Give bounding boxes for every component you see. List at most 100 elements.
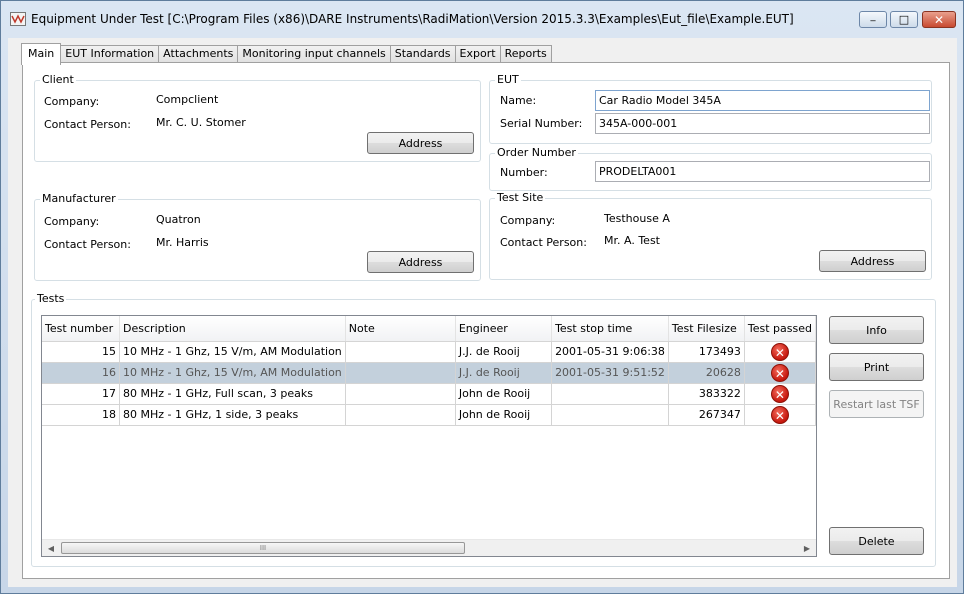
client-company-value: Compclient: [156, 93, 219, 106]
cell-test-number: 18: [42, 404, 121, 426]
eut-window: Equipment Under Test [C:\Program Files (…: [0, 0, 964, 594]
client-group-title: Client: [40, 73, 76, 86]
cell-test-stop-time: [551, 404, 669, 426]
manufacturer-contact-value: Mr. Harris: [156, 236, 209, 249]
title-bar[interactable]: Equipment Under Test [C:\Program Files (…: [1, 1, 963, 37]
eut-serial-field[interactable]: 345A-000-001: [595, 113, 930, 134]
restart-last-tsf-button[interactable]: Restart last TSF: [829, 390, 924, 418]
cell-test-passed: ✕: [744, 341, 816, 363]
delete-button[interactable]: Delete: [829, 527, 924, 555]
table-row[interactable]: 18 80 MHz - 1 GHz, 1 side, 3 peaks John …: [42, 404, 816, 426]
tests-group-title: Tests: [35, 292, 67, 305]
order-number-field[interactable]: PRODELTA001: [595, 161, 930, 182]
cell-note: [345, 362, 456, 384]
cell-engineer: J.J. de Rooij: [455, 341, 553, 363]
tab-attachments[interactable]: Attachments: [158, 45, 239, 63]
tab-monitoring-input-channels[interactable]: Monitoring input channels: [237, 45, 391, 63]
main-tab-panel: Client Company: Compclient Contact Perso…: [22, 62, 950, 579]
info-button[interactable]: Info: [829, 316, 924, 344]
column-header-engineer[interactable]: Engineer: [455, 316, 553, 342]
tab-main[interactable]: Main: [21, 43, 62, 65]
client-group: Client Company: Compclient Contact Perso…: [34, 73, 481, 162]
client-company-label: Company:: [44, 95, 100, 108]
cell-test-stop-time: 2001-05-31 9:51:52: [551, 362, 669, 384]
scroll-right-icon[interactable]: ▶: [799, 542, 815, 555]
cell-description: 10 MHz - 1 Ghz, 15 V/m, AM Modulation: [119, 362, 346, 384]
close-button[interactable]: ✕: [922, 11, 956, 28]
test-site-company-label: Company:: [500, 214, 556, 227]
cell-test-stop-time: [551, 383, 669, 405]
failed-icon: ✕: [770, 405, 789, 424]
tests-group: Tests Test number Description Note Engin…: [31, 292, 936, 567]
manufacturer-company-label: Company:: [44, 215, 100, 228]
failed-icon: ✕: [770, 363, 789, 382]
manufacturer-address-button[interactable]: Address: [367, 251, 474, 273]
column-header-test-stop-time[interactable]: Test stop time: [551, 316, 669, 342]
tab-export[interactable]: Export: [454, 45, 501, 63]
minimize-button[interactable]: _: [859, 11, 887, 28]
manufacturer-group-title: Manufacturer: [40, 192, 118, 205]
cell-test-number: 17: [42, 383, 121, 405]
app-icon: [10, 12, 26, 26]
cell-engineer: John de Rooij: [455, 383, 553, 405]
cell-note: [345, 341, 456, 363]
window-title: Equipment Under Test [C:\Program Files (…: [31, 12, 794, 26]
tab-eut-information[interactable]: EUT Information: [60, 45, 160, 63]
column-header-test-number[interactable]: Test number: [42, 316, 121, 342]
test-site-contact-value: Mr. A. Test: [604, 234, 660, 247]
cell-note: [345, 383, 456, 405]
test-site-address-button[interactable]: Address: [819, 250, 926, 272]
client-contact-value: Mr. C. U. Stomer: [156, 116, 246, 129]
scroll-left-icon[interactable]: ◀: [43, 542, 59, 555]
column-header-test-passed[interactable]: Test passed: [744, 316, 816, 342]
scroll-thumb[interactable]: III: [61, 542, 465, 554]
tests-table[interactable]: Test number Description Note Engineer Te…: [41, 315, 817, 557]
cell-test-filesize: 173493: [668, 341, 745, 363]
cell-engineer: John de Rooij: [455, 404, 553, 426]
manufacturer-company-value: Quatron: [156, 213, 201, 226]
cell-test-passed: ✕: [744, 383, 816, 405]
horizontal-scrollbar[interactable]: ◀ III ▶: [42, 539, 816, 556]
cell-engineer: J.J. de Rooij: [455, 362, 553, 384]
tab-standards[interactable]: Standards: [389, 45, 456, 63]
table-row[interactable]: 17 80 MHz - 1 GHz, Full scan, 3 peaks Jo…: [42, 383, 816, 405]
cell-test-stop-time: 2001-05-31 9:06:38: [551, 341, 669, 363]
test-site-contact-label: Contact Person:: [500, 236, 587, 249]
order-group: Order Number Number: PRODELTA001: [489, 146, 932, 191]
cell-test-number: 16: [42, 362, 121, 384]
client-address-button[interactable]: Address: [367, 132, 474, 154]
test-site-company-value: Testhouse A: [604, 212, 670, 225]
client-contact-label: Contact Person:: [44, 118, 131, 131]
tab-reports[interactable]: Reports: [499, 45, 552, 63]
manufacturer-group: Manufacturer Company: Quatron Contact Pe…: [34, 192, 481, 281]
tests-table-grid: Test number Description Note Engineer Te…: [42, 316, 816, 426]
maximize-button[interactable]: □: [890, 11, 918, 28]
tab-strip: Main EUT Information Attachments Monitor…: [21, 43, 552, 65]
cell-test-filesize: 383322: [668, 383, 745, 405]
cell-description: 80 MHz - 1 GHz, Full scan, 3 peaks: [119, 383, 346, 405]
cell-test-filesize: 267347: [668, 404, 745, 426]
column-header-note[interactable]: Note: [345, 316, 456, 342]
eut-serial-label: Serial Number:: [500, 117, 583, 130]
tests-table-header: Test number Description Note Engineer Te…: [42, 316, 816, 342]
test-site-group: Test Site Company: Testhouse A Contact P…: [489, 191, 932, 280]
eut-name-field[interactable]: Car Radio Model 345A: [595, 90, 930, 111]
cell-description: 80 MHz - 1 GHz, 1 side, 3 peaks: [119, 404, 346, 426]
table-row[interactable]: 16 10 MHz - 1 Ghz, 15 V/m, AM Modulation…: [42, 362, 816, 384]
test-site-group-title: Test Site: [495, 191, 546, 204]
client-area: Main EUT Information Attachments Monitor…: [8, 38, 957, 587]
cell-description: 10 MHz - 1 Ghz, 15 V/m, AM Modulation: [119, 341, 346, 363]
failed-icon: ✕: [770, 342, 789, 361]
eut-name-label: Name:: [500, 94, 537, 107]
order-number-label: Number:: [500, 166, 548, 179]
failed-icon: ✕: [770, 384, 789, 403]
column-header-test-filesize[interactable]: Test Filesize: [668, 316, 745, 342]
column-header-description[interactable]: Description: [119, 316, 346, 342]
close-icon: ✕: [933, 12, 945, 27]
print-button[interactable]: Print: [829, 353, 924, 381]
cell-test-passed: ✕: [744, 404, 816, 426]
cell-test-passed: ✕: [744, 362, 816, 384]
order-group-title: Order Number: [495, 146, 578, 159]
maximize-icon: □: [898, 13, 910, 26]
table-row[interactable]: 15 10 MHz - 1 Ghz, 15 V/m, AM Modulation…: [42, 341, 816, 363]
